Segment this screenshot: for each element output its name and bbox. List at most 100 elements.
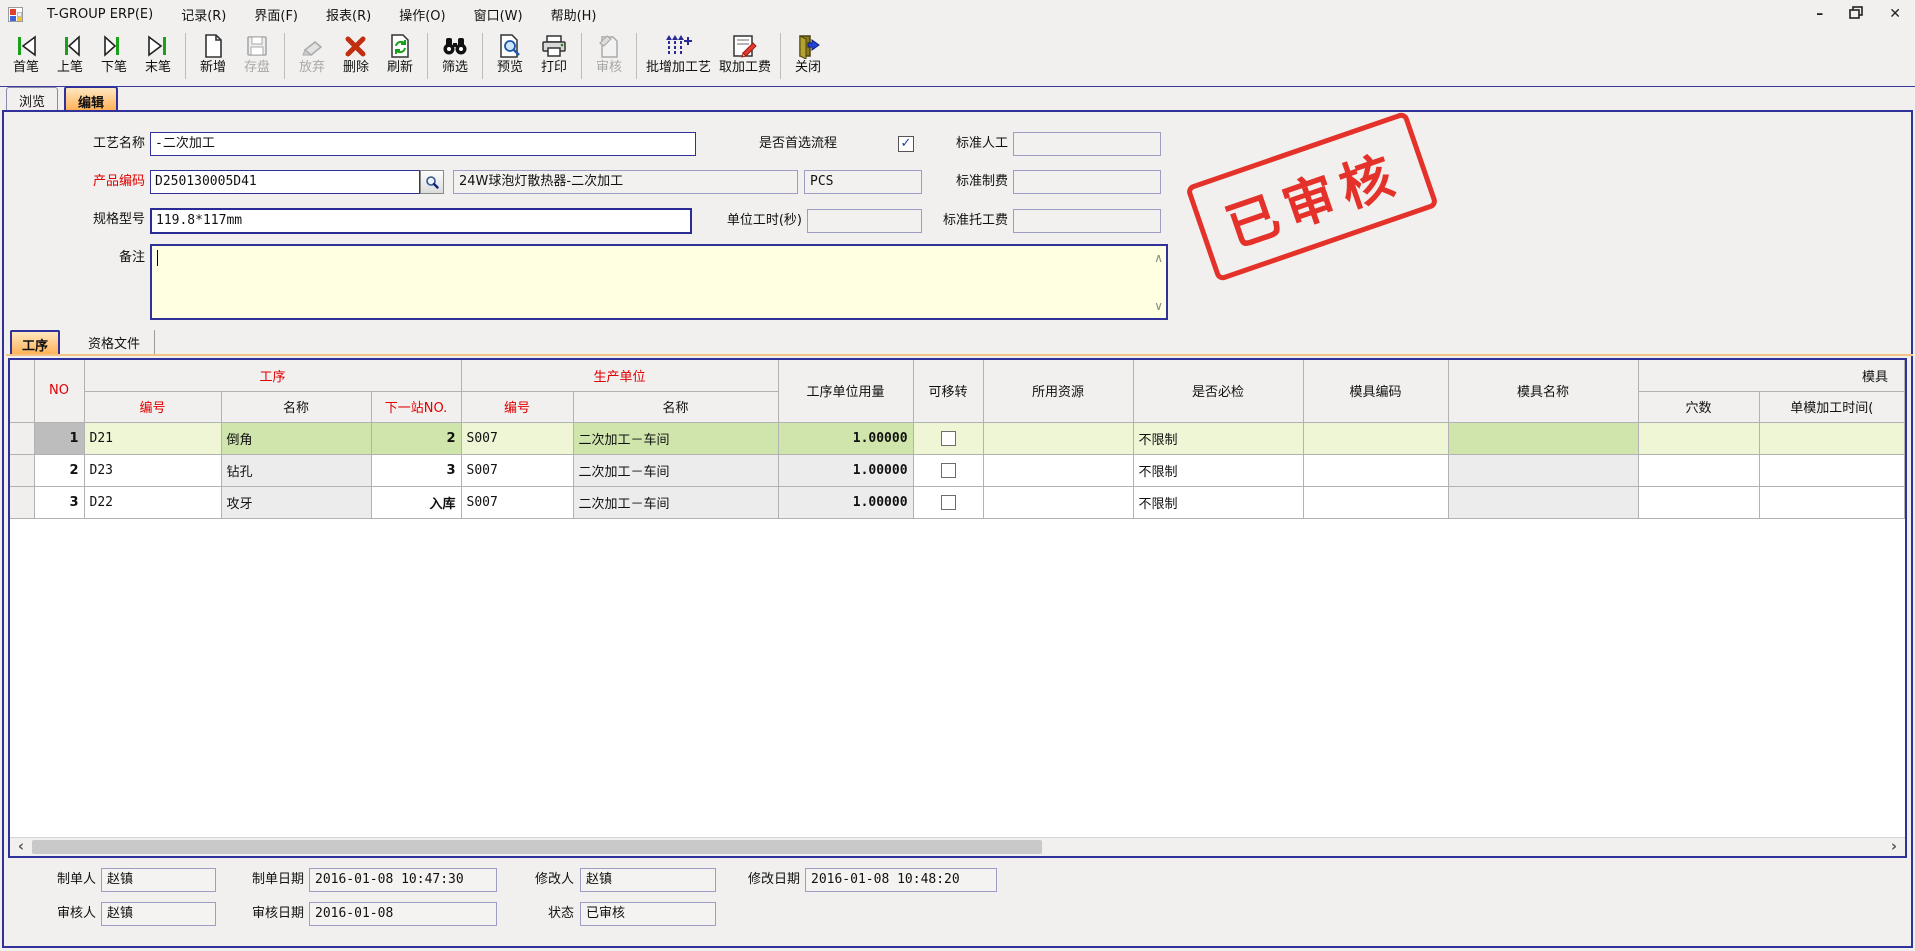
cell-mold_time[interactable] bbox=[1759, 486, 1904, 518]
cell-mold_name[interactable] bbox=[1448, 454, 1638, 486]
prev-record-button[interactable]: 上笔 bbox=[48, 30, 92, 78]
cell-uname[interactable]: 二次加工－车间 bbox=[573, 454, 778, 486]
first-record-button[interactable]: 首笔 bbox=[4, 30, 48, 78]
cell-code[interactable]: D22 bbox=[84, 486, 221, 518]
subtab-process[interactable]: 工序 bbox=[10, 330, 60, 354]
header-cavity[interactable]: 穴数 bbox=[1638, 391, 1759, 422]
delete-button[interactable]: 删除 bbox=[334, 30, 378, 78]
cell-no[interactable]: 1 bbox=[34, 422, 84, 454]
cell-ucode[interactable]: S007 bbox=[461, 454, 573, 486]
cell-name[interactable]: 倒角 bbox=[221, 422, 371, 454]
cell-mold_name[interactable] bbox=[1448, 486, 1638, 518]
cell-no[interactable]: 2 bbox=[34, 454, 84, 486]
row-selector[interactable] bbox=[10, 486, 34, 518]
cell-cavity[interactable] bbox=[1638, 454, 1759, 486]
cell-cavity[interactable] bbox=[1638, 422, 1759, 454]
print-button[interactable]: 打印 bbox=[532, 30, 576, 78]
cell-resource[interactable] bbox=[983, 422, 1133, 454]
filter-button[interactable]: 筛选 bbox=[433, 30, 477, 78]
cell-check[interactable]: 不限制 bbox=[1133, 422, 1303, 454]
cell-uname[interactable]: 二次加工－车间 bbox=[573, 422, 778, 454]
header-no[interactable]: NO bbox=[34, 360, 84, 422]
header-mold-name[interactable]: 模具名称 bbox=[1448, 360, 1638, 422]
close-button[interactable]: 关闭 bbox=[786, 30, 830, 78]
remark-textarea[interactable]: ∧ ∨ bbox=[150, 244, 1168, 320]
subtab-qualification-docs[interactable]: 资格文件 bbox=[78, 330, 155, 354]
scroll-down-icon[interactable]: ∨ bbox=[1154, 300, 1163, 312]
cell-mold_name[interactable] bbox=[1448, 422, 1638, 454]
scroll-left-icon[interactable]: ‹ bbox=[12, 838, 30, 856]
batch-add-process-button[interactable]: 批增加工艺 bbox=[642, 30, 715, 78]
header-next-station[interactable]: 下一站NO. bbox=[371, 391, 461, 422]
cell-code[interactable]: D23 bbox=[84, 454, 221, 486]
discard-button[interactable]: 放弃 bbox=[290, 30, 334, 78]
header-mold-code[interactable]: 模具编码 bbox=[1303, 360, 1448, 422]
menu-tgroup-erp[interactable]: T-GROUP ERP(E) bbox=[33, 3, 167, 26]
cell-no[interactable]: 3 bbox=[34, 486, 84, 518]
header-mold-time[interactable]: 单模加工时间( bbox=[1759, 391, 1904, 422]
header-process-name[interactable]: 名称 bbox=[221, 391, 371, 422]
table-row[interactable]: 3D22攻牙入库S007二次加工－车间1.00000不限制 bbox=[10, 486, 1905, 518]
header-unit-code[interactable]: 编号 bbox=[461, 391, 573, 422]
movable-checkbox[interactable] bbox=[941, 463, 956, 478]
menu-help[interactable]: 帮助(H) bbox=[537, 1, 611, 28]
menu-report[interactable]: 报表(R) bbox=[312, 1, 385, 28]
close-window-button[interactable]: ✕ bbox=[1889, 7, 1901, 21]
cell-mold_code[interactable] bbox=[1303, 422, 1448, 454]
cell-resource[interactable] bbox=[983, 486, 1133, 518]
next-record-button[interactable]: 下笔 bbox=[92, 30, 136, 78]
tab-browse[interactable]: 浏览 bbox=[6, 87, 58, 110]
cell-movable[interactable] bbox=[913, 422, 983, 454]
table-row[interactable]: 2D23钻孔3S007二次加工－车间1.00000 不限制 bbox=[10, 454, 1905, 486]
cell-next[interactable]: 2 bbox=[371, 422, 461, 454]
menu-window[interactable]: 窗口(W) bbox=[460, 1, 537, 28]
cell-code[interactable]: D21 bbox=[84, 422, 221, 454]
cell-usage[interactable]: 1.00000 bbox=[778, 486, 913, 518]
new-button[interactable]: 新增 bbox=[191, 30, 235, 78]
cell-usage[interactable]: 1.00000 bbox=[778, 422, 913, 454]
cell-movable[interactable] bbox=[913, 454, 983, 486]
cell-resource[interactable] bbox=[983, 454, 1133, 486]
header-resource[interactable]: 所用资源 bbox=[983, 360, 1133, 422]
cell-cavity[interactable] bbox=[1638, 486, 1759, 518]
cell-uname[interactable]: 二次加工－车间 bbox=[573, 486, 778, 518]
product-lookup-button[interactable] bbox=[420, 170, 444, 194]
cell-check[interactable]: 不限制 bbox=[1133, 454, 1303, 486]
product-code-input[interactable]: D250130005D41 bbox=[150, 170, 420, 194]
cell-mold_code[interactable] bbox=[1303, 486, 1448, 518]
cell-name[interactable]: 钻孔 bbox=[221, 454, 371, 486]
table-row[interactable]: 1D21倒角2S007二次加工－车间1.00000 不限制 bbox=[10, 422, 1905, 454]
cell-check[interactable]: 不限制 bbox=[1133, 486, 1303, 518]
menu-operate[interactable]: 操作(O) bbox=[385, 1, 459, 28]
menu-interface[interactable]: 界面(F) bbox=[240, 1, 312, 28]
header-movable[interactable]: 可移转 bbox=[913, 360, 983, 422]
header-process-code[interactable]: 编号 bbox=[84, 391, 221, 422]
cell-name[interactable]: 攻牙 bbox=[221, 486, 371, 518]
movable-checkbox[interactable] bbox=[941, 495, 956, 510]
menu-record[interactable]: 记录(R) bbox=[167, 1, 240, 28]
cell-mold_code[interactable] bbox=[1303, 454, 1448, 486]
refresh-button[interactable]: 刷新 bbox=[378, 30, 422, 78]
tab-edit[interactable]: 编辑 bbox=[64, 86, 118, 110]
scroll-right-icon[interactable]: › bbox=[1885, 838, 1903, 856]
cell-movable[interactable] bbox=[913, 486, 983, 518]
cell-ucode[interactable]: S007 bbox=[461, 422, 573, 454]
movable-checkbox[interactable] bbox=[941, 431, 956, 446]
row-selector[interactable] bbox=[10, 454, 34, 486]
header-usage[interactable]: 工序单位用量 bbox=[778, 360, 913, 422]
last-record-button[interactable]: 末笔 bbox=[136, 30, 180, 78]
horizontal-scrollbar[interactable]: ‹ › bbox=[10, 837, 1905, 856]
header-unit-name[interactable]: 名称 bbox=[573, 391, 778, 422]
row-selector[interactable] bbox=[10, 422, 34, 454]
scrollbar-thumb[interactable] bbox=[32, 840, 1042, 854]
preferred-flow-checkbox[interactable]: ✓ bbox=[898, 136, 914, 152]
preview-button[interactable]: 预览 bbox=[488, 30, 532, 78]
save-button[interactable]: 存盘 bbox=[235, 30, 279, 78]
cell-next[interactable]: 3 bbox=[371, 454, 461, 486]
spec-input[interactable]: 119.8*117mm bbox=[150, 208, 692, 234]
audit-button[interactable]: 审核 bbox=[587, 30, 631, 78]
get-processing-fee-button[interactable]: 取加工费 bbox=[715, 30, 775, 78]
cell-mold_time[interactable] bbox=[1759, 454, 1904, 486]
header-must-check[interactable]: 是否必检 bbox=[1133, 360, 1303, 422]
cell-usage[interactable]: 1.00000 bbox=[778, 454, 913, 486]
